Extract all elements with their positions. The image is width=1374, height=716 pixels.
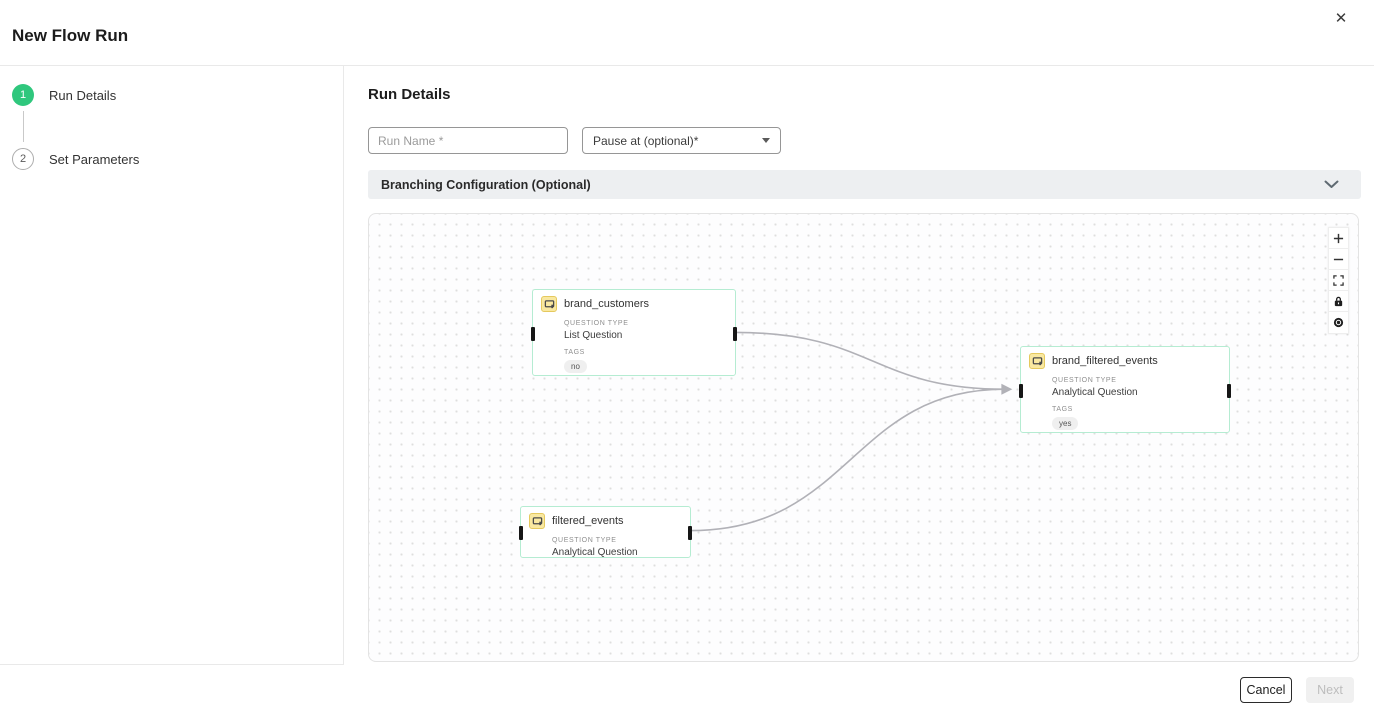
step-1-indicator: 1: [12, 84, 34, 106]
next-button[interactable]: Next: [1306, 677, 1354, 703]
question-type-value: List Question: [564, 330, 727, 341]
fit-view-icon: [1333, 275, 1344, 286]
step-connector-line: [23, 111, 24, 142]
page-title: Run Details: [368, 86, 1361, 103]
pause-at-selected-label: Pause at (optional)*: [593, 134, 698, 148]
node-header: brand_filtered_events: [1021, 347, 1229, 369]
step-2-label: Set Parameters: [49, 152, 139, 167]
question-type-value: Analytical Question: [1052, 387, 1221, 398]
flow-edges: [369, 214, 1358, 661]
minus-icon: [1333, 254, 1344, 265]
flow-node-brand-filtered-events[interactable]: brand_filtered_events QUESTION TYPE Anal…: [1020, 346, 1230, 433]
caret-down-icon: [762, 138, 770, 143]
form-row: Pause at (optional)*: [368, 127, 1361, 154]
flow-node-filtered-events[interactable]: filtered_events QUESTION TYPE Analytical…: [520, 506, 691, 558]
cancel-button[interactable]: Cancel: [1240, 677, 1292, 703]
close-icon: ✕: [1335, 10, 1348, 27]
lock-icon: [1333, 296, 1344, 307]
run-name-input[interactable]: [368, 127, 568, 154]
node-title: brand_filtered_events: [1052, 355, 1158, 367]
question-node-icon: [541, 296, 557, 312]
pause-at-select[interactable]: Pause at (optional)*: [582, 127, 781, 154]
edge-brand-customers-to-brand-filtered-events: [737, 332, 1005, 389]
node-header: filtered_events: [521, 507, 690, 529]
step-1-label: Run Details: [49, 88, 116, 103]
edge-filtered-events-to-brand-filtered-events: [691, 389, 1005, 530]
node-title: brand_customers: [564, 298, 649, 310]
plus-icon: [1333, 233, 1344, 244]
question-node-icon: [529, 513, 545, 529]
node-target-handle[interactable]: [519, 526, 523, 540]
node-body: QUESTION TYPE Analytical Question: [521, 529, 690, 558]
node-target-handle[interactable]: [1019, 384, 1023, 398]
branching-configuration-header[interactable]: Branching Configuration (Optional): [368, 170, 1361, 199]
tag-chip: yes: [1052, 417, 1078, 430]
fit-view-button[interactable]: [1329, 270, 1348, 291]
focus-icon: [1333, 317, 1344, 328]
step-2-indicator: 2: [12, 148, 34, 170]
modal-title: New Flow Run: [12, 26, 128, 46]
edge-arrowhead-icon: [1001, 384, 1012, 395]
flow-node-brand-customers[interactable]: brand_customers QUESTION TYPE List Quest…: [532, 289, 736, 376]
node-source-handle[interactable]: [688, 526, 692, 540]
main-panel: Run Details Pause at (optional)* Branchi…: [344, 66, 1374, 665]
question-type-label: QUESTION TYPE: [1052, 377, 1221, 384]
question-type-label: QUESTION TYPE: [552, 537, 682, 544]
node-source-handle[interactable]: [733, 327, 737, 341]
modal-footer: Cancel Next: [0, 665, 1374, 715]
tags-label: TAGS: [1052, 406, 1221, 413]
close-button[interactable]: ✕: [1330, 8, 1352, 30]
question-node-icon: [1029, 353, 1045, 369]
node-body: QUESTION TYPE Analytical Question TAGS y…: [1021, 369, 1229, 431]
node-target-handle[interactable]: [531, 327, 535, 341]
question-type-label: QUESTION TYPE: [564, 320, 727, 327]
node-header: brand_customers: [533, 290, 735, 312]
node-body: QUESTION TYPE List Question TAGS no: [533, 312, 735, 374]
focus-button[interactable]: [1329, 312, 1348, 333]
chevron-down-icon: [1324, 176, 1339, 194]
tag-chip: no: [564, 360, 587, 373]
lock-button[interactable]: [1329, 291, 1348, 312]
stepper-sidebar: 1 Run Details 2 Set Parameters: [0, 66, 344, 665]
sidebar-item-run-details[interactable]: 1 Run Details: [12, 84, 116, 106]
tags-label: TAGS: [564, 349, 727, 356]
question-type-value: Analytical Question: [552, 547, 682, 558]
zoom-in-button[interactable]: [1329, 228, 1348, 249]
branching-configuration-label: Branching Configuration (Optional): [381, 178, 591, 192]
sidebar-item-set-parameters[interactable]: 2 Set Parameters: [12, 148, 139, 170]
modal-body: 1 Run Details 2 Set Parameters Run Detai…: [0, 66, 1374, 665]
canvas-controls: [1328, 227, 1349, 334]
modal-header: New Flow Run ✕: [0, 0, 1374, 66]
zoom-out-button[interactable]: [1329, 249, 1348, 270]
node-title: filtered_events: [552, 515, 624, 527]
flow-canvas[interactable]: brand_customers QUESTION TYPE List Quest…: [368, 213, 1359, 662]
node-source-handle[interactable]: [1227, 384, 1231, 398]
